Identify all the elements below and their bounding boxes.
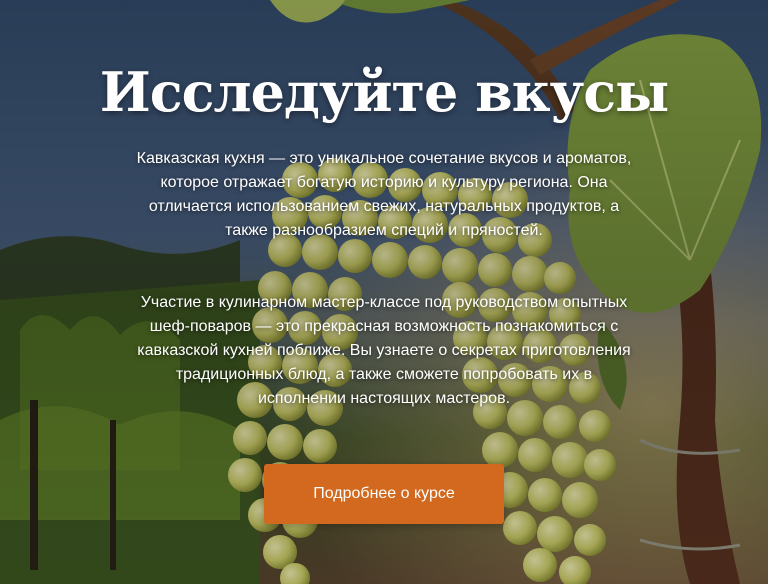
course-details-button[interactable]: Подробнее о курсе bbox=[264, 464, 504, 524]
hero-section: Исследуйте вкусы Кавказская кухня — это … bbox=[0, 0, 768, 584]
hero-content: Исследуйте вкусы Кавказская кухня — это … bbox=[0, 0, 768, 584]
course-description-paragraph: Участие в кулинарном мастер-классе под р… bbox=[137, 294, 631, 407]
intro-paragraph: Кавказская кухня — это уникальное сочета… bbox=[136, 150, 632, 239]
page-title: Исследуйте вкусы bbox=[99, 60, 670, 124]
